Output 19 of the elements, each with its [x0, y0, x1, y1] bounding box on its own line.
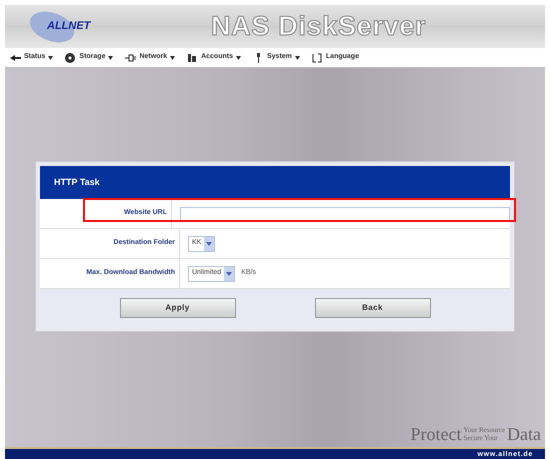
bars-icon — [186, 52, 198, 64]
caret-icon — [170, 56, 176, 60]
disc-icon — [64, 52, 76, 64]
caret-icon — [48, 56, 54, 60]
caret-icon — [108, 56, 114, 60]
slogan-text: Data — [507, 425, 541, 443]
plug-icon — [124, 52, 136, 64]
caret-icon — [294, 56, 300, 60]
caret-icon — [236, 56, 241, 60]
caret-icon — [206, 242, 212, 246]
app-title: NAS DiskServer — [211, 10, 426, 44]
slogan-text: Protect — [410, 425, 462, 443]
action-button[interactable]: Apply — [120, 298, 236, 318]
caret-icon — [226, 272, 232, 276]
bracket-icon — [310, 52, 323, 64]
action-button[interactable]: Back — [314, 298, 430, 318]
logo-text: ALLNET — [47, 19, 90, 34]
url-input-field[interactable] — [180, 206, 510, 220]
panel-title: HTTP Task — [40, 166, 510, 199]
